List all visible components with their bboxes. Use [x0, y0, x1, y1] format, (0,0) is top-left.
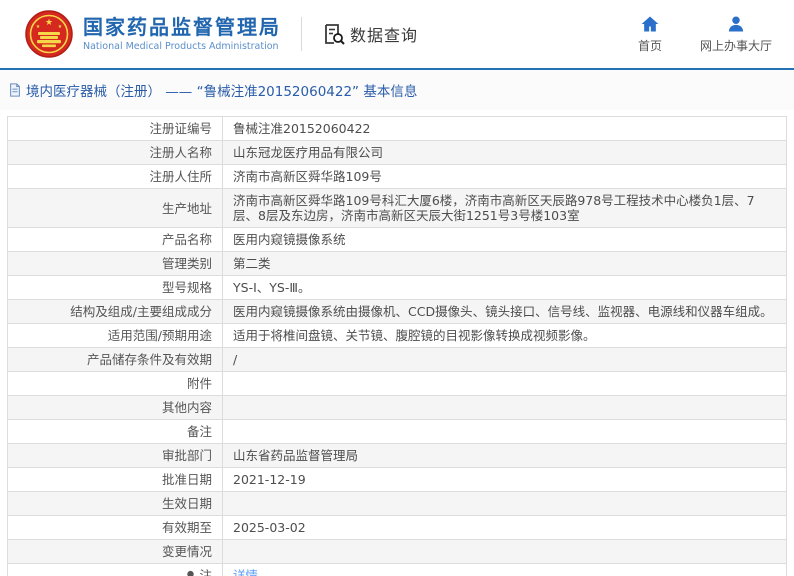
brand-block: 国家药品监督管理局 National Medical Products Admi…: [83, 16, 281, 52]
row-value: 2025-03-02: [223, 516, 787, 540]
table-row: 结构及组成/主要组成成分医用内窥镜摄像系统由摄像机、CCD摄像头、镜头接口、信号…: [8, 300, 787, 324]
document-search-icon: [322, 22, 346, 46]
svg-text:★: ★: [45, 18, 53, 28]
table-row: 有效期至2025-03-02: [8, 516, 787, 540]
row-label: 审批部门: [8, 444, 223, 468]
table-row: 生效日期: [8, 492, 787, 516]
row-label: 型号规格: [8, 276, 223, 300]
breadcrumb-text: 境内医疗器械（注册） —— “鲁械注准20152060422” 基本信息: [26, 80, 417, 100]
home-icon: [640, 14, 660, 34]
national-emblem-logo: ★ ★ ★: [25, 10, 73, 58]
table-row: 型号规格YS-Ⅰ、YS-Ⅲ。: [8, 276, 787, 300]
row-label: 有效期至: [8, 516, 223, 540]
table-row: 注 详情: [8, 564, 787, 576]
row-label: 变更情况: [8, 540, 223, 564]
row-label: 适用范围/预期用途: [8, 324, 223, 348]
registration-info-table-wrap: 注册证编号鲁械注准20152060422 注册人名称山东冠龙医疗用品有限公司 注…: [0, 110, 794, 576]
row-label: 注册人住所: [8, 165, 223, 189]
svg-text:★: ★: [58, 24, 63, 30]
row-value: 医用内窥镜摄像系统由摄像机、CCD摄像头、镜头接口、信号线、监视器、电源线和仪器…: [223, 300, 787, 324]
row-label-note: 注: [8, 564, 223, 576]
detail-link[interactable]: 详情: [233, 568, 258, 576]
row-label: 产品储存条件及有效期: [8, 348, 223, 372]
row-label: 注册证编号: [8, 117, 223, 141]
breadcrumb: 境内医疗器械（注册） —— “鲁械注准20152060422” 基本信息: [8, 80, 417, 100]
table-row: 注册人名称山东冠龙医疗用品有限公司: [8, 141, 787, 165]
nav-service-hall[interactable]: 网上办事大厅: [700, 14, 772, 54]
row-value: 医用内窥镜摄像系统: [223, 228, 787, 252]
table-row: 适用范围/预期用途适用于将椎间盘镜、关节镜、腹腔镜的目视影像转换成视频影像。: [8, 324, 787, 348]
row-value: [223, 396, 787, 420]
site-title: 国家药品监督管理局: [83, 16, 281, 39]
table-row: 生产地址济南市高新区舜华路109号科汇大厦6楼，济南市高新区天辰路978号工程技…: [8, 189, 787, 228]
row-value: 山东省药品监督管理局: [223, 444, 787, 468]
site-subtitle: National Medical Products Administration: [83, 41, 281, 52]
row-value: 鲁械注准20152060422: [223, 117, 787, 141]
row-value-note: 详情: [223, 564, 787, 576]
row-label: 生产地址: [8, 189, 223, 228]
header-divider: [301, 17, 302, 51]
table-row: 其他内容: [8, 396, 787, 420]
row-label: 管理类别: [8, 252, 223, 276]
table-row: 产品储存条件及有效期/: [8, 348, 787, 372]
row-value: 济南市高新区舜华路109号: [223, 165, 787, 189]
row-value: YS-Ⅰ、YS-Ⅲ。: [223, 276, 787, 300]
row-label: 备注: [8, 420, 223, 444]
person-icon: [726, 14, 746, 34]
row-label: 产品名称: [8, 228, 223, 252]
nav-hall-label: 网上办事大厅: [700, 37, 772, 54]
table-row: 审批部门山东省药品监督管理局: [8, 444, 787, 468]
row-value: 山东冠龙医疗用品有限公司: [223, 141, 787, 165]
row-value: 济南市高新区舜华路109号科汇大厦6楼，济南市高新区天辰路978号工程技术中心楼…: [223, 189, 787, 228]
row-label: 批准日期: [8, 468, 223, 492]
lightbulb-icon: [185, 570, 196, 576]
row-label: 结构及组成/主要组成成分: [8, 300, 223, 324]
row-label: 生效日期: [8, 492, 223, 516]
row-value: 第二类: [223, 252, 787, 276]
row-value: [223, 492, 787, 516]
nav-home[interactable]: 首页: [638, 14, 662, 54]
data-query-label: 数据查询: [350, 22, 418, 46]
breadcrumb-band: 境内医疗器械（注册） —— “鲁械注准20152060422” 基本信息: [0, 70, 794, 110]
table-row: 变更情况: [8, 540, 787, 564]
row-value: [223, 540, 787, 564]
table-row: 注册人住所济南市高新区舜华路109号: [8, 165, 787, 189]
svg-text:★: ★: [36, 24, 41, 30]
row-value: 2021-12-19: [223, 468, 787, 492]
registration-info-table: 注册证编号鲁械注准20152060422 注册人名称山东冠龙医疗用品有限公司 注…: [7, 116, 787, 576]
row-label: 附件: [8, 372, 223, 396]
row-value: [223, 420, 787, 444]
nav-data-query[interactable]: 数据查询: [322, 22, 418, 46]
note-label: 注: [199, 568, 212, 576]
table-row: 批准日期2021-12-19: [8, 468, 787, 492]
row-value: [223, 372, 787, 396]
site-header: ★ ★ ★ 国家药品监督管理局 National Medical Product…: [0, 0, 794, 70]
table-row: 备注: [8, 420, 787, 444]
page-doc-icon: [8, 83, 22, 97]
nav-home-label: 首页: [638, 37, 662, 54]
table-row: 附件: [8, 372, 787, 396]
row-label: 其他内容: [8, 396, 223, 420]
row-label: 注册人名称: [8, 141, 223, 165]
table-row: 管理类别第二类: [8, 252, 787, 276]
row-value: 适用于将椎间盘镜、关节镜、腹腔镜的目视影像转换成视频影像。: [223, 324, 787, 348]
row-value: /: [223, 348, 787, 372]
table-row: 产品名称医用内窥镜摄像系统: [8, 228, 787, 252]
table-row: 注册证编号鲁械注准20152060422: [8, 117, 787, 141]
